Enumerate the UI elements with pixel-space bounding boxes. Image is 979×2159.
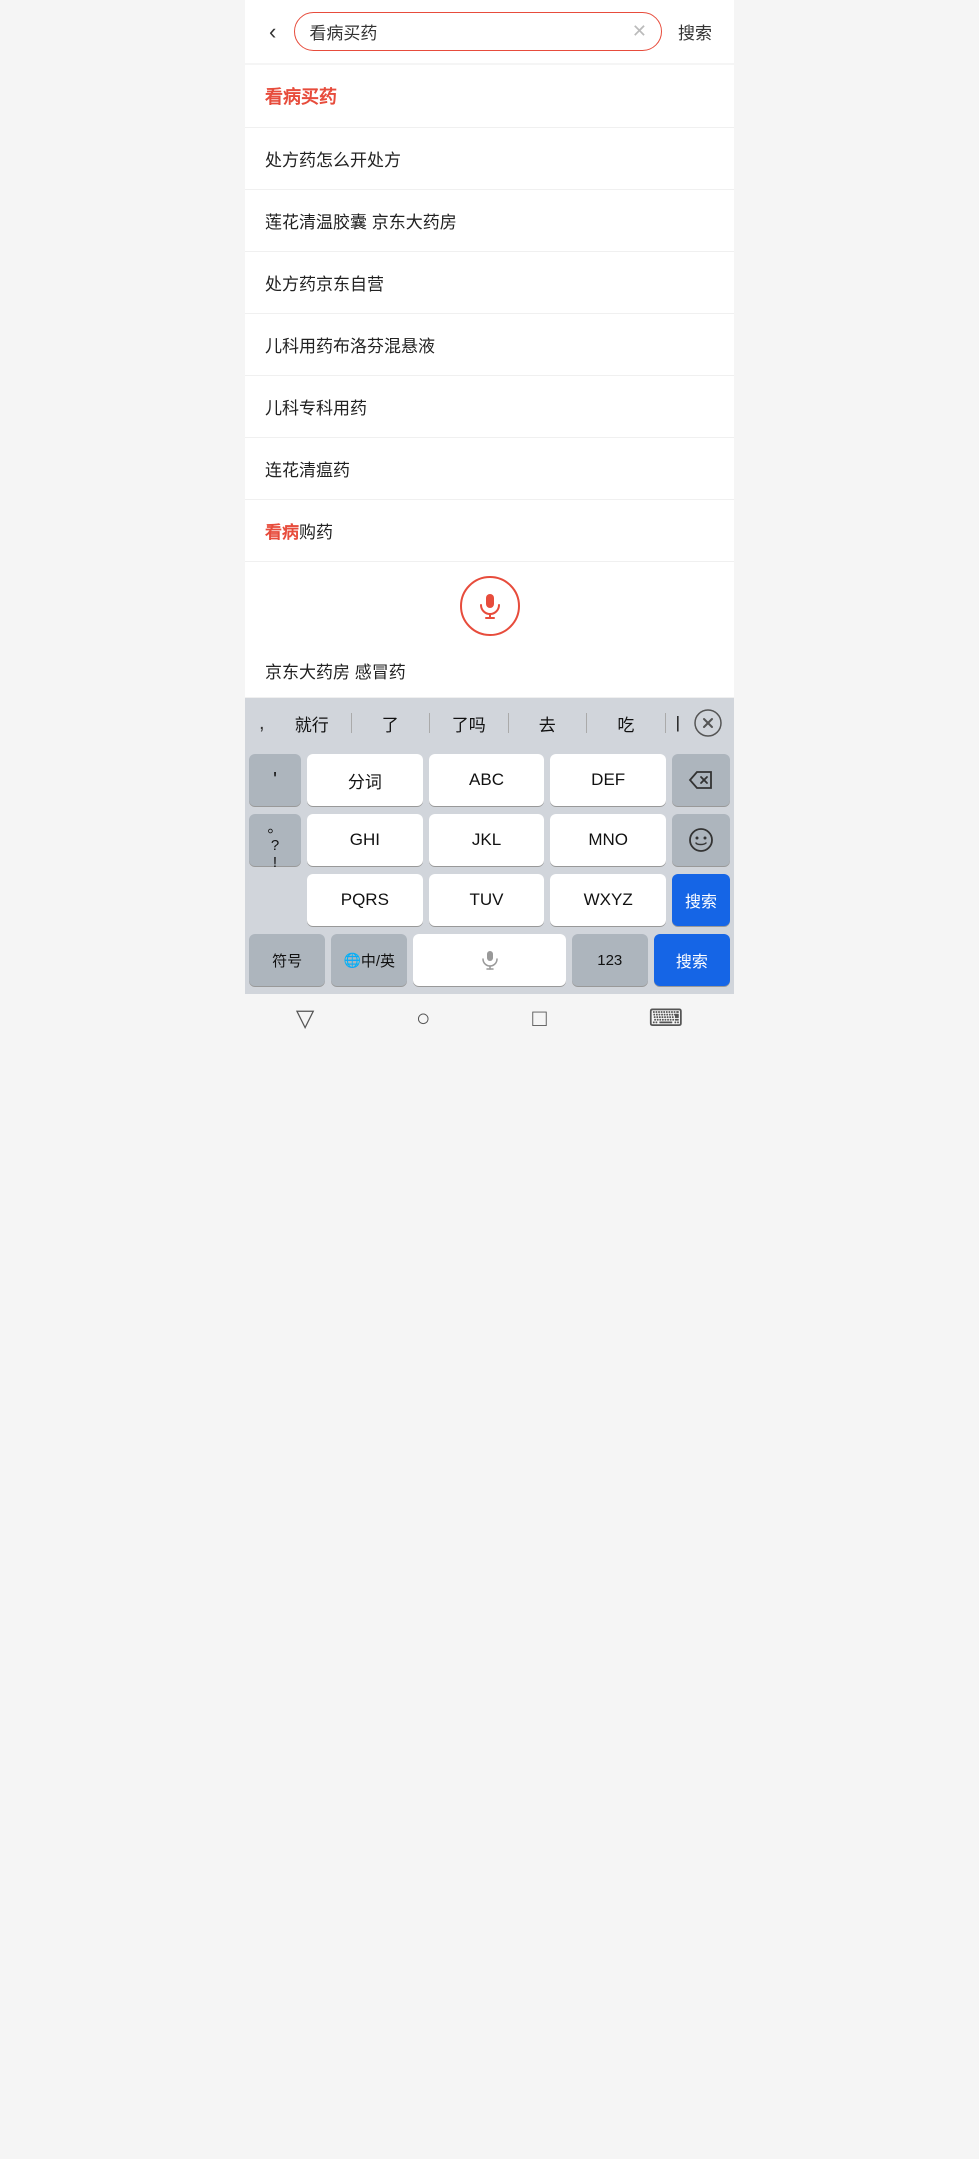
suggestion-item[interactable]: 看病买药 [245, 65, 734, 128]
emoji-key[interactable] [672, 814, 730, 866]
spacer [249, 874, 301, 926]
microphone-icon [476, 592, 504, 620]
suggestion-text: 京东大药房 感冒药 [265, 663, 406, 682]
search-button[interactable]: 搜索 [672, 15, 718, 48]
key-row-3: PQRS TUV WXYZ 搜索 [249, 874, 730, 926]
voice-button[interactable] [460, 576, 520, 636]
suggestion-item[interactable]: 莲花清温胶囊 京东大药房 [245, 190, 734, 252]
divider [351, 713, 352, 733]
suggestion-normal-part: 购药 [299, 518, 333, 543]
nav-keyboard-button[interactable]: ⌨ [648, 1004, 683, 1033]
key-mno[interactable]: MNO [550, 814, 666, 866]
emoji-icon [688, 827, 714, 853]
divider [586, 713, 587, 733]
prediction-word-1[interactable]: 就行 [279, 711, 345, 736]
suggestion-text: 连花清瘟药 [265, 456, 350, 481]
key-tuv[interactable]: TUV [429, 874, 545, 926]
nav-recent-button[interactable]: □ [532, 1005, 547, 1033]
divider [429, 713, 430, 733]
divider [665, 713, 666, 733]
suggestion-text: 儿科专科用药 [265, 394, 367, 419]
globe-icon: 🌐 [343, 952, 360, 969]
keyboard-bottom-search-key[interactable]: 搜索 [654, 934, 730, 986]
backspace-icon [694, 709, 722, 737]
suggestion-item[interactable]: 京东大药房 感冒药 [245, 644, 734, 698]
key-fenci[interactable]: 分词 [307, 754, 423, 806]
prediction-row: , 就行 了 了吗 去 吃 | [245, 698, 734, 748]
search-bar: ✕ [294, 12, 662, 51]
suggestion-red-part: 看病 [265, 518, 299, 543]
search-input[interactable] [309, 22, 626, 42]
backspace-key[interactable] [672, 754, 730, 806]
key-def[interactable]: DEF [550, 754, 666, 806]
backspace-icon [688, 770, 714, 790]
suggestion-item[interactable]: 看病购药 [245, 500, 734, 562]
suggestion-text: 处方药京东自营 [265, 270, 384, 295]
key-wxyz[interactable]: WXYZ [550, 874, 666, 926]
prediction-word-2[interactable]: 了 [358, 711, 424, 736]
prediction-word-3[interactable]: 了吗 [436, 711, 502, 736]
suggestion-item[interactable]: 连花清瘟药 [245, 438, 734, 500]
prediction-word-5[interactable]: 吃 [593, 711, 659, 736]
back-button[interactable]: ‹ [261, 15, 284, 49]
suggestions-list: 看病买药 处方药怎么开处方 莲花清温胶囊 京东大药房 处方药京东自营 儿科用药布… [245, 65, 734, 698]
punctuation-key-multi[interactable]: 。 ? ! [249, 814, 301, 866]
key-jkl[interactable]: JKL [429, 814, 545, 866]
clear-button[interactable]: ✕ [632, 21, 647, 42]
num-key[interactable]: 123 [572, 934, 648, 986]
bottom-row: 符号 🌐 中/英 123 搜索 [245, 928, 734, 994]
header: ‹ ✕ 搜索 [245, 0, 734, 63]
suggestion-item[interactable]: 处方药京东自营 [245, 252, 734, 314]
suggestion-item[interactable]: 儿科专科用药 [245, 376, 734, 438]
prediction-comma: , [253, 708, 273, 739]
suggestion-text: 看病买药 [265, 83, 337, 109]
suggestion-item[interactable]: 处方药怎么开处方 [245, 128, 734, 190]
nav-home-button[interactable]: ○ [416, 1005, 431, 1033]
nav-bar: ▽ ○ □ ⌨ [245, 994, 734, 1047]
suggestion-item[interactable]: 儿科用药布洛芬混悬液 [245, 314, 734, 376]
key-ghi[interactable]: GHI [307, 814, 423, 866]
nav-back-button[interactable]: ▽ [296, 1004, 314, 1033]
prediction-word-4[interactable]: 去 [515, 711, 581, 736]
key-rows: ' 分词 ABC DEF 。 [245, 748, 734, 928]
lang-switch-key[interactable]: 🌐 中/英 [331, 934, 407, 986]
punctuation-key-apostrophe[interactable]: ' [249, 754, 301, 806]
key-abc[interactable]: ABC [429, 754, 545, 806]
space-key[interactable] [413, 934, 565, 986]
suggestion-text: 儿科用药布洛芬混悬液 [265, 332, 435, 357]
space-microphone-icon [480, 950, 500, 970]
key-pqrs[interactable]: PQRS [307, 874, 423, 926]
prediction-pipe: | [672, 713, 684, 733]
symbol-key[interactable]: 符号 [249, 934, 325, 986]
voice-area [245, 562, 734, 644]
suggestion-text: 莲花清温胶囊 京东大药房 [265, 208, 457, 233]
prediction-delete-button[interactable] [690, 705, 726, 741]
keyboard: , 就行 了 了吗 去 吃 | ' 分词 [245, 698, 734, 994]
suggestion-text: 处方药怎么开处方 [265, 146, 401, 171]
key-row-1: ' 分词 ABC DEF [249, 754, 730, 806]
keyboard-search-key[interactable]: 搜索 [672, 874, 730, 926]
key-row-2: 。 ? ! GHI JKL MNO [249, 814, 730, 866]
divider [508, 713, 509, 733]
